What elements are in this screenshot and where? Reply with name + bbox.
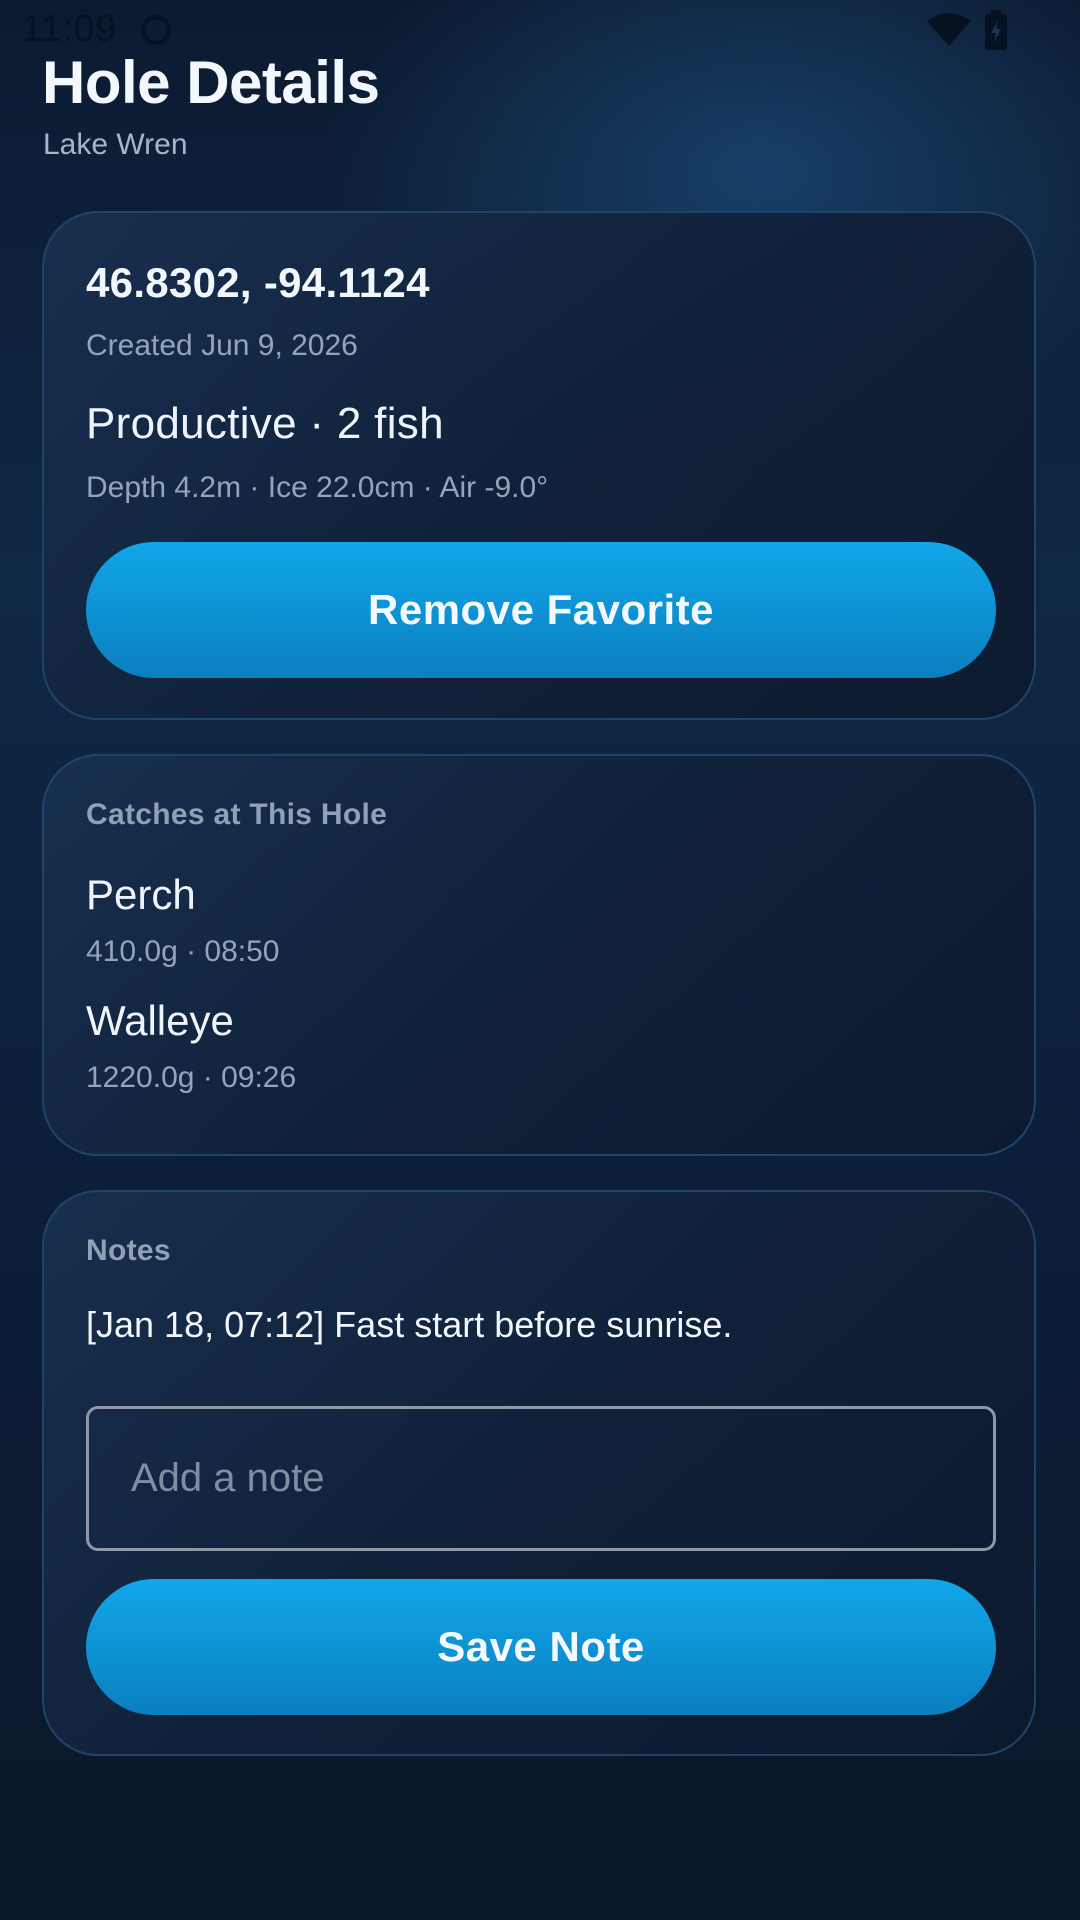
catch-detail: 410.0g · 08:50 — [86, 935, 280, 968]
created-date: Created Jun 9, 2026 — [86, 329, 358, 362]
list-item: Walleye 1220.0g · 09:26 — [86, 996, 296, 1096]
battery-icon — [985, 10, 1007, 50]
wifi-icon — [927, 13, 971, 46]
add-note-input[interactable] — [86, 1406, 996, 1551]
status-time: 11:09 — [22, 8, 117, 50]
sync-icon — [140, 14, 172, 46]
hole-info-card: 46.8302, -94.1124 Created Jun 9, 2026 Pr… — [42, 211, 1036, 720]
save-note-button[interactable]: Save Note — [86, 1579, 996, 1715]
catch-species: Perch — [86, 871, 196, 918]
notes-heading: Notes — [86, 1234, 171, 1267]
catches-heading: Catches at This Hole — [86, 798, 388, 831]
catches-card: Catches at This Hole Perch 410.0g · 08:5… — [42, 754, 1036, 1156]
remove-favorite-button[interactable]: Remove Favorite — [86, 542, 996, 678]
list-item: Perch 410.0g · 08:50 — [86, 870, 280, 970]
page-subtitle: Lake Wren — [43, 128, 188, 161]
notes-card: Notes [Jan 18, 07:12] Fast start before … — [42, 1190, 1036, 1756]
hole-coordinates: 46.8302, -94.1124 — [86, 259, 430, 306]
hole-conditions: Depth 4.2m · Ice 22.0cm · Air -9.0° — [86, 471, 549, 504]
note-entry: [Jan 18, 07:12] Fast start before sunris… — [86, 1304, 733, 1345]
page-title: Hole Details — [42, 49, 380, 116]
hole-status: Productive · 2 fish — [86, 399, 444, 448]
catch-species: Walleye — [86, 997, 234, 1044]
catch-detail: 1220.0g · 09:26 — [86, 1061, 297, 1094]
